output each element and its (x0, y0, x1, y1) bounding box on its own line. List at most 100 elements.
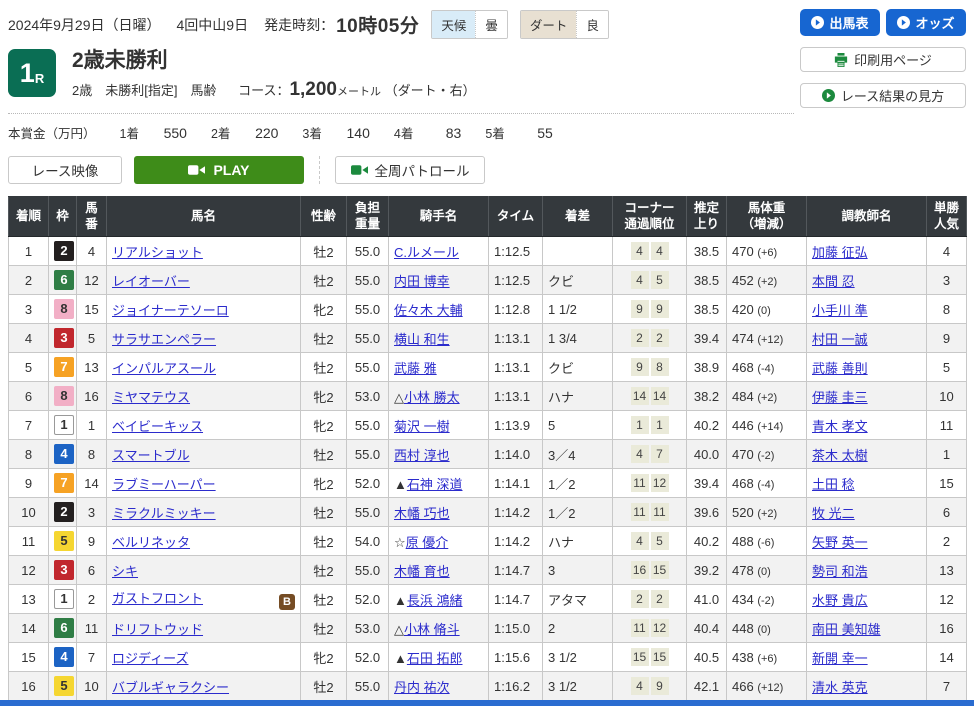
odds-rank-cell: 5 (927, 353, 967, 382)
weight-cell: 55.0 (347, 411, 389, 440)
time-cell: 1:14.7 (489, 556, 543, 585)
trainer-name-link[interactable]: 村田 一誠 (812, 332, 868, 347)
jockey-name-link[interactable]: 石田 拓郎 (407, 651, 463, 666)
jockey-name-link[interactable]: 小林 脩斗 (404, 622, 460, 637)
weight-cell: 55.0 (347, 672, 389, 701)
jockey-name-link[interactable]: 木幡 巧也 (394, 506, 450, 521)
trainer-cell: 清水 英克 (807, 672, 927, 701)
sex-age-cell: 牡2 (301, 237, 347, 266)
horse-name-link[interactable]: バブルギャラクシー (112, 680, 229, 695)
last3f-cell: 40.5 (687, 643, 727, 672)
horse-name-cell: ラブミーハーパー (107, 469, 301, 498)
trainer-name-link[interactable]: 茶木 太樹 (812, 448, 868, 463)
trainer-name-link[interactable]: 新開 幸一 (812, 651, 868, 666)
horse-name-link[interactable]: ミラクルミッキー (112, 506, 216, 521)
race-number-badge: 1 R (8, 49, 56, 97)
horse-name-link[interactable]: サラサエンペラー (112, 332, 216, 347)
prize-amount: 140 (322, 125, 370, 141)
jockey-name-link[interactable]: 内田 博幸 (394, 274, 450, 289)
jockey-name-link[interactable]: 小林 勝太 (404, 390, 460, 405)
trainer-name-link[interactable]: 南田 美知雄 (812, 622, 881, 637)
odds-rank-cell: 2 (927, 527, 967, 556)
horse-number-cell: 16 (77, 382, 107, 411)
course-unit: メートル (337, 86, 381, 98)
jockey-name-link[interactable]: C.ルメール (394, 245, 459, 260)
margin-cell: ハナ (543, 527, 613, 556)
trainer-name-link[interactable]: 土田 稔 (812, 477, 855, 492)
trainer-cell: 村田 一誠 (807, 324, 927, 353)
sex-age-cell: 牡2 (301, 498, 347, 527)
trainer-name-link[interactable]: 本間 忍 (812, 274, 855, 289)
trainer-cell: 茶木 太樹 (807, 440, 927, 469)
corner-position: 4 (631, 271, 649, 289)
horse-name-link[interactable]: ロジディーズ (112, 651, 188, 666)
horse-number-cell: 10 (77, 672, 107, 701)
jockey-name-link[interactable]: 武藤 雅 (394, 361, 437, 376)
trainer-name-link[interactable]: 牧 光二 (812, 506, 855, 521)
trainer-name-link[interactable]: 青木 孝文 (812, 419, 868, 434)
horse-name-link[interactable]: ミヤマテウス (112, 390, 190, 405)
jockey-name-link[interactable]: 横山 和生 (394, 332, 450, 347)
odds-button[interactable]: オッズ (886, 9, 966, 36)
col-header-time: タイム (489, 197, 543, 237)
jockey-name-link[interactable]: 丹内 祐次 (394, 680, 450, 695)
horse-name-link[interactable]: レイオーバー (112, 274, 190, 289)
results-guide-button[interactable]: レース結果の見方 (800, 83, 966, 108)
horse-name-link[interactable]: ベルリネッタ (112, 535, 190, 550)
weight-cell: 55.0 (347, 353, 389, 382)
race-video-button[interactable]: レース映像 (8, 156, 122, 184)
horse-name-link[interactable]: ジョイナーテソーロ (112, 303, 229, 318)
trainer-name-link[interactable]: 清水 英克 (812, 680, 868, 695)
corner-order-cell: 49 (613, 672, 687, 701)
trainer-name-link[interactable]: 水野 貴広 (812, 593, 868, 608)
horse-name-link[interactable]: スマートブル (112, 448, 190, 463)
trainer-name-link[interactable]: 矢野 英一 (812, 535, 868, 550)
body-weight-cell: 452 (+2) (727, 266, 807, 295)
trainer-name-link[interactable]: 武藤 善則 (812, 361, 868, 376)
horse-name-link[interactable]: シキ (112, 564, 138, 579)
horse-name-link[interactable]: リアルショット (112, 245, 203, 260)
jockey-name-link[interactable]: 原 優介 (406, 535, 449, 550)
horse-name-link[interactable]: ラブミーハーパー (112, 477, 216, 492)
jockey-name-link[interactable]: 木幡 育也 (394, 564, 450, 579)
finish-position-cell: 10 (9, 498, 49, 527)
margin-cell: ハナ (543, 382, 613, 411)
horse-name-cell: ドリフトウッド (107, 614, 301, 643)
finish-position-cell: 3 (9, 295, 49, 324)
jockey-cell: ▲長浜 鴻緒 (389, 585, 489, 614)
horse-name-link[interactable]: ガストフロント (112, 591, 203, 606)
finish-position-cell: 4 (9, 324, 49, 353)
jockey-name-link[interactable]: 佐々木 大輔 (394, 303, 463, 318)
horse-name-cell: ミヤマテウス (107, 382, 301, 411)
trainer-name-link[interactable]: 加藤 征弘 (812, 245, 868, 260)
play-button[interactable]: PLAY (134, 156, 304, 184)
sex-age-cell: 牡2 (301, 266, 347, 295)
trainer-name-link[interactable]: 勢司 和浩 (812, 564, 868, 579)
jockey-name-link[interactable]: 西村 淳也 (394, 448, 450, 463)
entries-button[interactable]: 出馬表 (800, 9, 880, 36)
horse-number-cell: 5 (77, 324, 107, 353)
body-weight-diff: (+14) (757, 421, 783, 433)
print-page-button[interactable]: 印刷用ページ (800, 47, 966, 72)
horse-name-link[interactable]: ベイビーキッス (112, 419, 203, 434)
last3f-cell: 39.4 (687, 324, 727, 353)
trainer-name-link[interactable]: 小手川 準 (812, 303, 868, 318)
sex-age-cell: 牡2 (301, 672, 347, 701)
frame-cell: 4 (49, 440, 77, 469)
jockey-name-link[interactable]: 石神 深道 (407, 477, 463, 492)
jockey-name-link[interactable]: 長浜 鴻緒 (407, 593, 463, 608)
apprentice-mark: ☆ (394, 535, 406, 550)
odds-button-label: オッズ (915, 13, 954, 32)
horse-number-cell: 7 (77, 643, 107, 672)
frame-number-badge: 3 (54, 328, 74, 348)
prize-amount: 83 (413, 125, 461, 141)
horse-name-link[interactable]: インパルアスール (112, 361, 216, 376)
trainer-name-link[interactable]: 伊藤 圭三 (812, 390, 868, 405)
margin-cell: クビ (543, 266, 613, 295)
jockey-name-link[interactable]: 菊沢 一樹 (394, 419, 450, 434)
horse-name-link[interactable]: ドリフトウッド (112, 622, 203, 637)
corner-position: 1 (631, 416, 649, 434)
frame-number-badge: 4 (54, 647, 74, 667)
frame-cell: 8 (49, 382, 77, 411)
patrol-video-button[interactable]: 全周パトロール (335, 156, 485, 184)
